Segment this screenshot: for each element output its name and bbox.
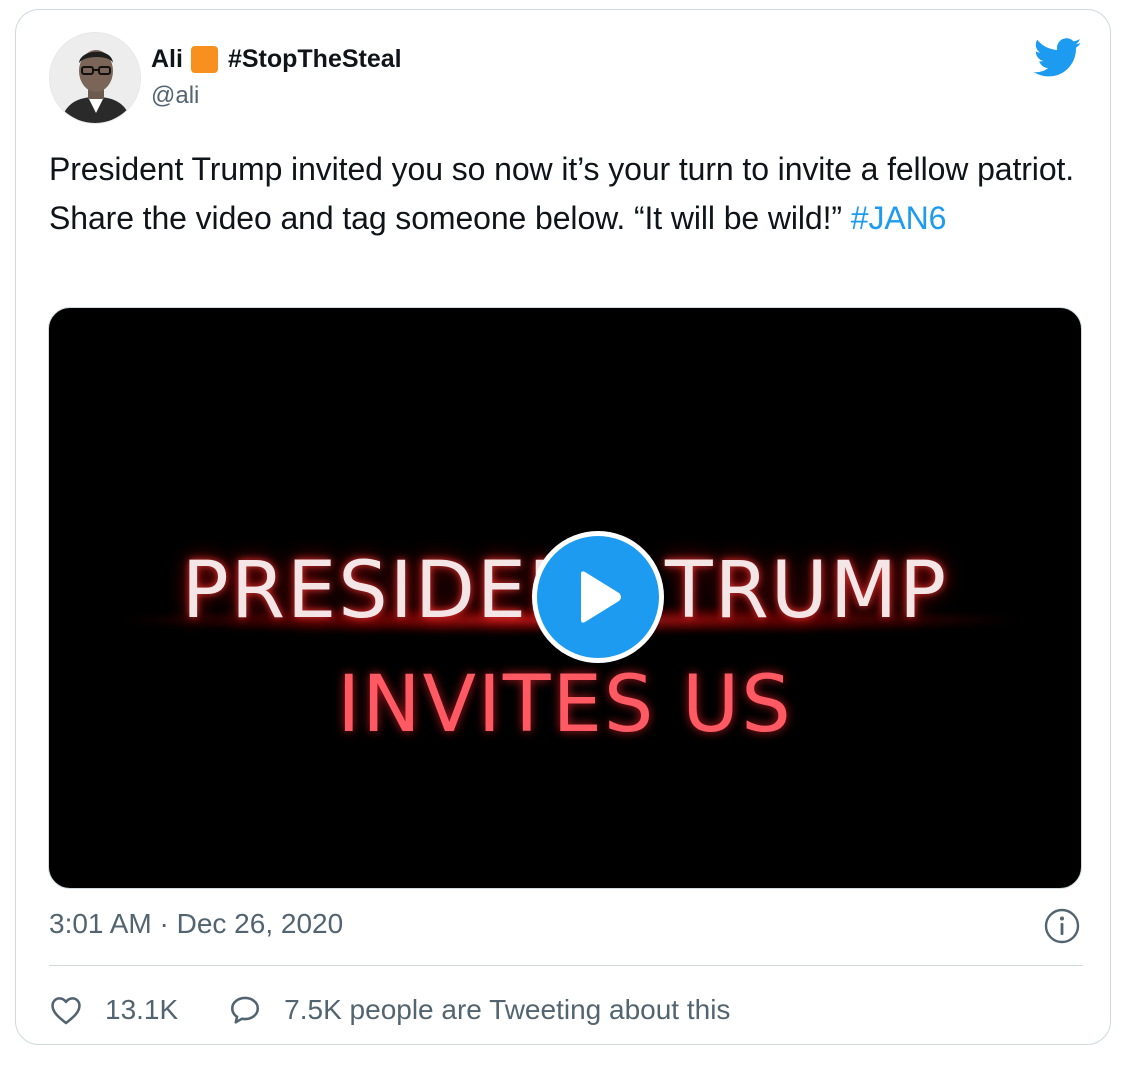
video-title-line2: INVITES US [337, 660, 793, 750]
twitter-bird-icon[interactable] [1034, 38, 1082, 78]
divider [49, 965, 1083, 966]
author-name[interactable]: Ali [151, 45, 183, 74]
heart-icon [51, 997, 81, 1025]
tweet-timestamp[interactable]: 3:01 AM · Dec 26, 2020 [49, 908, 343, 940]
hashtag-link[interactable]: #JAN6 [851, 200, 947, 236]
like-button[interactable]: 13.1K [49, 993, 178, 1027]
author-name-row[interactable]: Ali #StopTheSteal [151, 42, 402, 76]
orange-square-emoji [190, 45, 218, 73]
play-button[interactable] [532, 531, 664, 663]
tweet-text: President Trump invited you so now it’s … [49, 145, 1089, 243]
avatar[interactable] [49, 32, 141, 124]
author-handle[interactable]: @ali [151, 82, 199, 110]
author-name-hashtag[interactable]: #StopTheSteal [228, 45, 402, 74]
tweeting-link[interactable]: 7.5K people are Tweeting about this [178, 993, 730, 1027]
play-icon [581, 571, 621, 623]
tweet-card[interactable]: Ali #StopTheSteal @ali President Trump i… [15, 9, 1111, 1045]
like-count: 13.1K [105, 994, 179, 1025]
avatar-photo [50, 33, 140, 123]
tweeting-label: 7.5K people are Tweeting about this [284, 994, 731, 1025]
tweet-actions: 13.1K 7.5K people are Tweeting about thi… [49, 990, 730, 1030]
info-icon[interactable] [1043, 907, 1081, 945]
speech-bubble-icon [231, 996, 260, 1024]
video-player[interactable]: PRESIDENT TRUMP INVITES US [48, 307, 1082, 889]
